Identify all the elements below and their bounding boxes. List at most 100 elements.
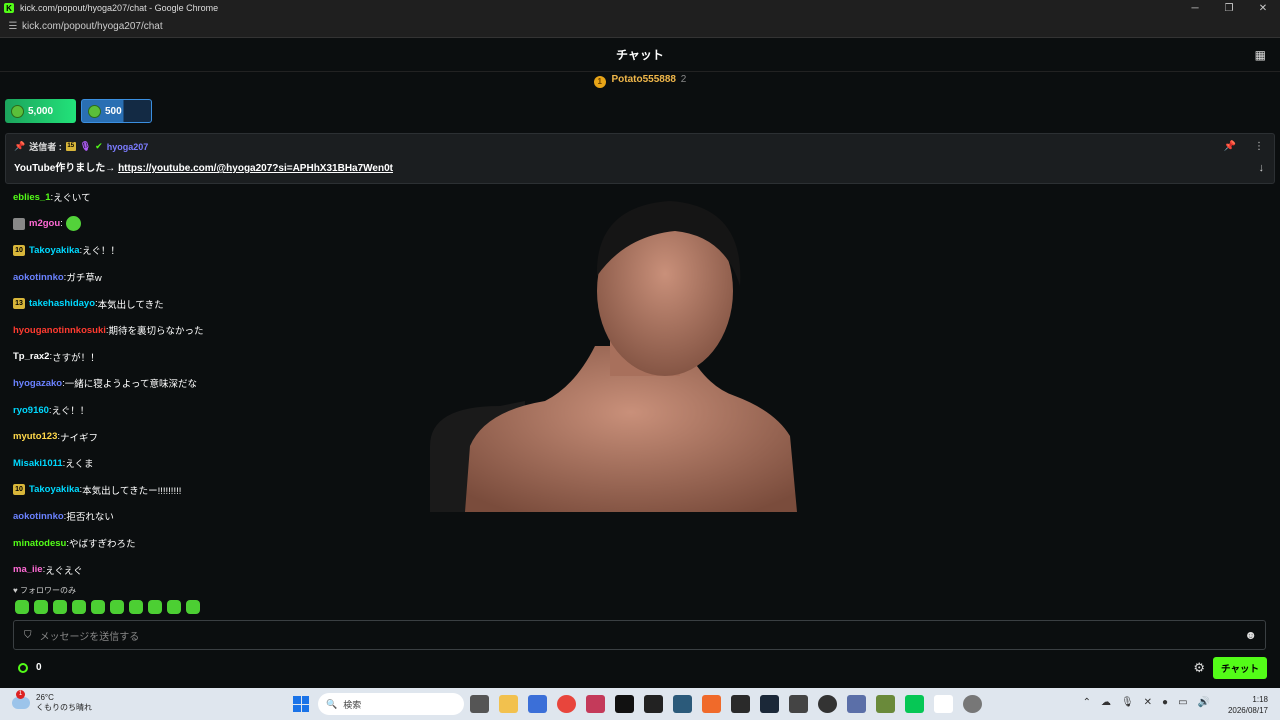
- chat-username[interactable]: ryo9160: [13, 405, 49, 416]
- terminal-icon[interactable]: [644, 695, 663, 713]
- chat-footer: 0 ⚙ チャット: [0, 656, 1280, 680]
- close-button[interactable]: ✕: [1246, 3, 1280, 14]
- chat-messages: eblies_1: えぐいて m2gou: 10 Takoyakika: えぐ！！ a…: [13, 184, 413, 583]
- minimize-button[interactable]: ─: [1178, 3, 1212, 14]
- pinned-username[interactable]: hyoga207: [107, 142, 149, 152]
- unpin-icon[interactable]: 📌: [1224, 141, 1236, 152]
- address-bar: ☰ kick.com/popout/hyoga207/chat: [0, 16, 1280, 38]
- chat-username[interactable]: hyogazako: [13, 378, 62, 389]
- top-gifter[interactable]: 1 Potato555888 2: [0, 74, 1280, 88]
- site-info-icon[interactable]: ☰: [4, 21, 22, 32]
- microphone-icon[interactable]: 🎙: [1121, 697, 1134, 708]
- chat-username[interactable]: minatodesu: [13, 538, 66, 549]
- app-icon[interactable]: [847, 695, 866, 713]
- chat-message: aokotinnko: 拒否れない: [13, 503, 413, 530]
- taskbar-search[interactable]: 🔍 検索: [318, 693, 464, 715]
- chrome-icon[interactable]: [557, 695, 576, 713]
- chat-username[interactable]: aokotinnko: [13, 511, 64, 522]
- kick-chip-1[interactable]: 5,000: [5, 99, 76, 123]
- temperature: 26°C: [36, 693, 54, 702]
- app-icon[interactable]: [789, 695, 808, 713]
- minecraft-icon[interactable]: [876, 695, 895, 713]
- start-button-icon[interactable]: [293, 696, 309, 712]
- emote-9[interactable]: [167, 600, 181, 614]
- chat-username[interactable]: myuto123: [13, 431, 57, 442]
- chat-username[interactable]: hyouganotinnkosuki: [13, 325, 106, 336]
- emote-6[interactable]: [110, 600, 124, 614]
- emote-8[interactable]: [148, 600, 162, 614]
- kick-amount: 5,000: [28, 105, 54, 117]
- app-icon[interactable]: [528, 695, 547, 713]
- app-icon[interactable]: [673, 695, 692, 713]
- chat-username[interactable]: Misaki1011: [13, 458, 63, 469]
- settings-gear-icon[interactable]: ⚙: [1193, 660, 1205, 676]
- file-explorer-icon[interactable]: [499, 695, 518, 713]
- shield-icon: ⛉: [24, 629, 32, 641]
- emote-5[interactable]: [91, 600, 105, 614]
- chat-message-text: ガチ草w: [66, 273, 102, 285]
- chat-message-text: 本気出してきた: [97, 299, 164, 311]
- send-chat-button[interactable]: チャット: [1213, 657, 1267, 679]
- chat-username[interactable]: ma_iie: [13, 564, 43, 575]
- brave-icon[interactable]: [702, 695, 721, 713]
- browser-titlebar: K kick.com/popout/hyoga207/chat - Google…: [0, 0, 1280, 16]
- kick-logo-icon: K: [4, 3, 14, 13]
- app-tray-icon[interactable]: ●: [1162, 697, 1168, 708]
- followers-only-text: フォロワーのみ: [19, 586, 76, 595]
- users-icon[interactable]: ▦: [1255, 48, 1266, 62]
- chat-username[interactable]: m2gou: [29, 218, 60, 229]
- chat-username[interactable]: takehashidayo: [29, 298, 95, 309]
- weather-widget[interactable]: 1 26°C くもりのち晴れ: [12, 690, 92, 713]
- emote-1[interactable]: [15, 600, 29, 614]
- settings-icon[interactable]: [963, 695, 982, 713]
- expand-arrow-icon[interactable]: ↓: [1259, 162, 1265, 174]
- more-options-icon[interactable]: ⋮: [1254, 141, 1264, 152]
- chat-username[interactable]: Takoyakika: [29, 245, 80, 256]
- cloud-icon: 1: [12, 690, 30, 709]
- clock-time: 1:18: [1252, 695, 1268, 704]
- kick-chip-2[interactable]: 500: [81, 99, 152, 123]
- chat-message: hyogazako: 一緒に寝ようよって意味深だな: [13, 370, 413, 397]
- kicks-balance[interactable]: 0: [18, 662, 42, 673]
- chat-message: ryo9160: えぐ！！: [13, 397, 413, 424]
- onedrive-icon[interactable]: ☁: [1101, 697, 1111, 708]
- volume-icon[interactable]: 🔊: [1198, 697, 1210, 708]
- chat-message: ma_iie: えぐえぐ: [13, 556, 413, 583]
- display-icon[interactable]: ▭: [1178, 697, 1187, 708]
- chat-input[interactable]: ⛉ メッセージを送信する ☻: [13, 620, 1266, 650]
- emote-10[interactable]: [186, 600, 200, 614]
- sub-badge: 13: [13, 298, 25, 310]
- separator: :: [60, 218, 63, 230]
- tverapp-icon[interactable]: [586, 695, 605, 713]
- emote-7[interactable]: [129, 600, 143, 614]
- emote-3[interactable]: [53, 600, 67, 614]
- obs-icon[interactable]: [818, 695, 837, 713]
- search-icon: 🔍: [326, 698, 338, 709]
- notepad-icon[interactable]: [934, 695, 953, 713]
- chat-message: Tp_rax2: さすが！！: [13, 344, 413, 371]
- emote-4[interactable]: [72, 600, 86, 614]
- followers-only-label: ♥ フォロワーのみ: [13, 585, 76, 596]
- steam-icon[interactable]: [760, 695, 779, 713]
- chat-message-text: やばすぎわろた: [68, 539, 136, 551]
- chat-message-text: えぐ！！: [82, 246, 120, 258]
- chat-username[interactable]: Tp_rax2: [13, 351, 49, 362]
- restore-button[interactable]: ❐: [1212, 3, 1246, 14]
- task-view-icon[interactable]: [470, 695, 489, 713]
- gift-coin-icon: 1: [593, 76, 606, 88]
- emote-icon: [65, 216, 81, 232]
- media-icon[interactable]: [731, 695, 750, 713]
- url-text[interactable]: kick.com/popout/hyoga207/chat: [22, 21, 163, 32]
- chat-username[interactable]: Takoyakika: [29, 484, 80, 495]
- chat-username[interactable]: eblies_1: [13, 192, 51, 203]
- chat-username[interactable]: aokotinnko: [13, 272, 64, 283]
- chevron-up-icon[interactable]: ⌃: [1083, 697, 1091, 708]
- tiktok-icon[interactable]: [615, 695, 634, 713]
- emoji-picker-icon[interactable]: ☻: [1244, 628, 1257, 642]
- pinned-link[interactable]: https://youtube.com/@hyoga207?si=APHhX31…: [118, 163, 393, 174]
- line-icon[interactable]: [905, 695, 924, 713]
- kick-gem-icon: [11, 104, 24, 118]
- app-tray-icon[interactable]: ✕: [1144, 697, 1152, 708]
- taskbar-clock[interactable]: 1:18 2026/08/17: [1228, 694, 1268, 716]
- emote-2[interactable]: [34, 600, 48, 614]
